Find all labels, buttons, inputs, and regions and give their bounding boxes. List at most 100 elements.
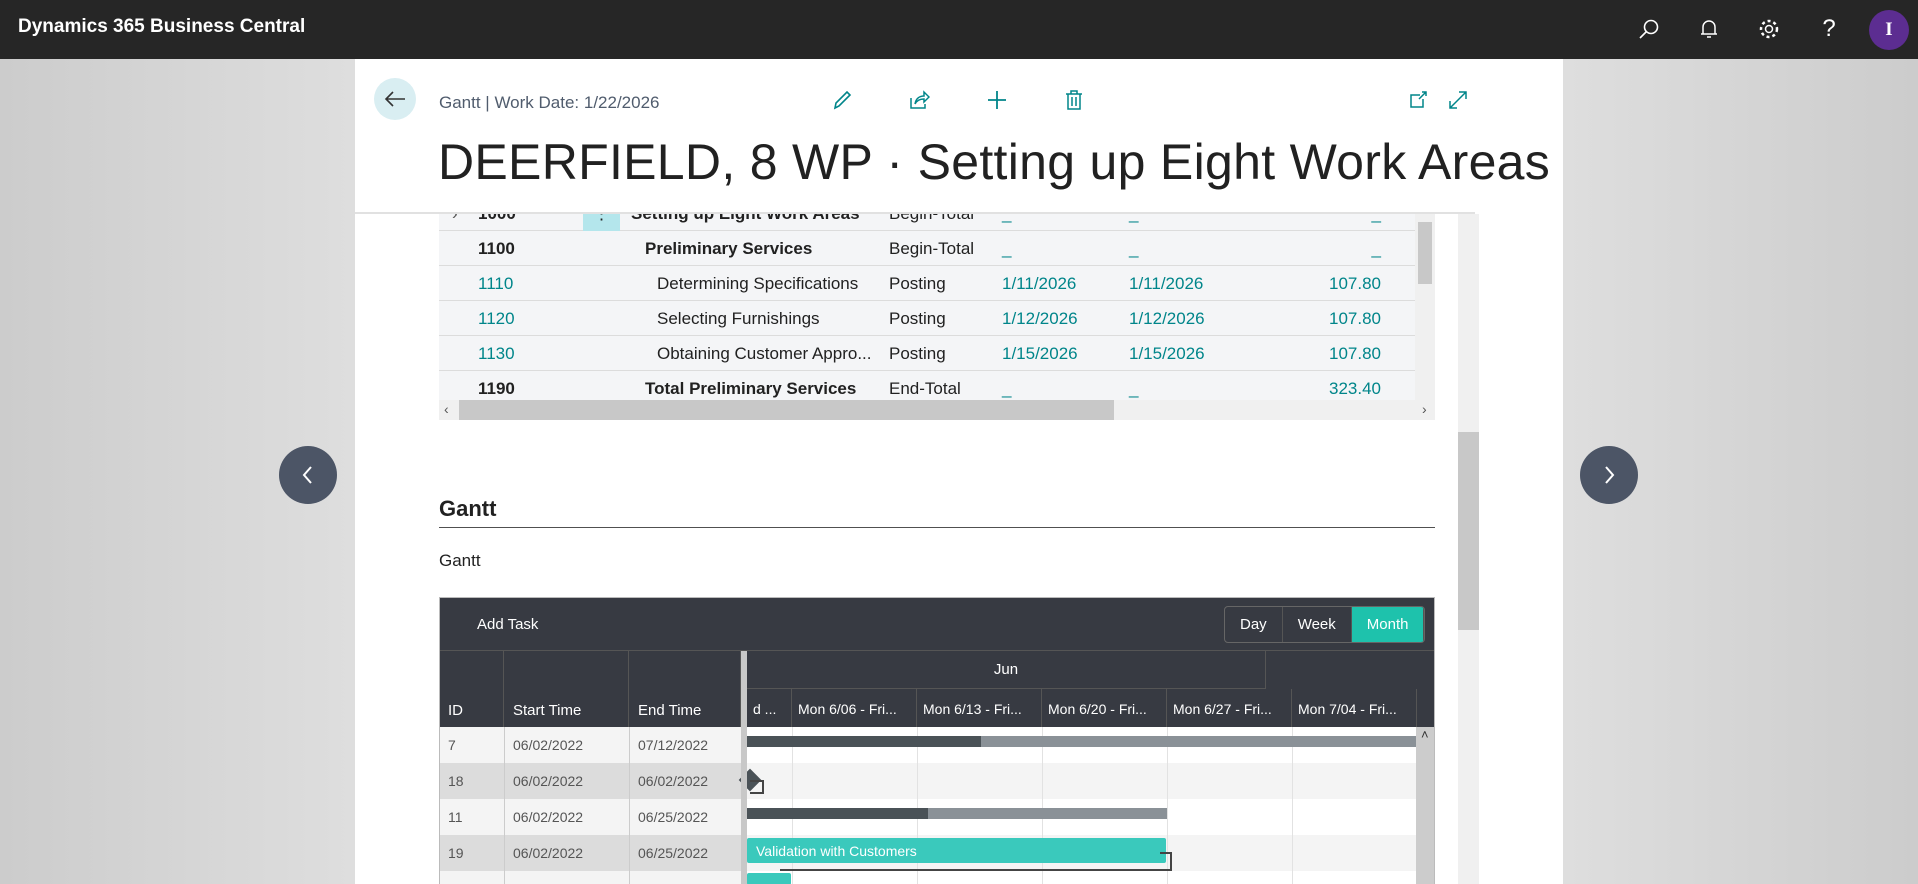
col-divider [504, 871, 505, 884]
search-icon[interactable] [1634, 14, 1664, 44]
dependency-link [750, 780, 764, 794]
line-end-date[interactable]: 1/11/2026 [1129, 274, 1203, 294]
col-divider [504, 763, 505, 799]
line-no[interactable]: 1120 [478, 309, 515, 329]
next-record-button[interactable] [1580, 446, 1638, 504]
scroll-left-icon[interactable]: ‹ [444, 401, 449, 417]
record-card: Gantt | Work Date: 1/22/2026 DEERFIELD, … [355, 59, 1563, 884]
task-id: 19 [448, 845, 464, 861]
gantt-vertical-scrollbar[interactable]: ˄ [1416, 727, 1434, 884]
add-task-button[interactable]: Add Task [477, 616, 538, 633]
line-no[interactable]: 1110 [478, 274, 513, 294]
scroll-thumb[interactable] [1418, 222, 1432, 284]
summary-bar[interactable] [747, 808, 1167, 819]
row-menu-button[interactable]: ⋮ [583, 214, 620, 231]
view-month-button[interactable]: Month [1351, 607, 1425, 642]
summary-progress [747, 808, 928, 819]
line-amount[interactable]: 107.80 [1329, 274, 1381, 294]
view-day-button[interactable]: Day [1225, 607, 1283, 642]
gantt-section-heading[interactable]: Gantt [439, 496, 496, 522]
breadcrumb: Gantt | Work Date: 1/22/2026 [439, 93, 660, 112]
line-amount[interactable]: _ [1372, 239, 1381, 259]
grid-row[interactable]: 1120 Selecting Furnishings Posting 1/12/202… [439, 301, 1415, 336]
line-description: Selecting Furnishings [657, 309, 820, 328]
week-header: Mon 7/04 - Fri... [1292, 689, 1417, 727]
task-end: 06/02/2022 [638, 773, 709, 789]
line-description: Preliminary Services [645, 239, 813, 258]
line-end-date[interactable]: 1/12/2026 [1129, 309, 1205, 329]
line-start-date[interactable]: _ [1002, 239, 1011, 259]
back-button[interactable] [374, 78, 416, 120]
month-header: Jun [747, 651, 1266, 689]
line-no[interactable]: 1100 [478, 239, 515, 259]
line-start-date[interactable]: 1/12/2026 [1002, 309, 1078, 329]
new-plus-icon[interactable] [982, 85, 1012, 115]
gantt-row[interactable]: 7 06/02/2022 07/12/2022 [440, 727, 1416, 763]
line-start-date[interactable]: _ [1002, 214, 1011, 224]
col-end[interactable]: End Time [629, 651, 741, 727]
page-scrollbar[interactable] [1458, 214, 1479, 884]
delete-trash-icon[interactable] [1059, 85, 1089, 115]
grid-row[interactable]: 1130 Obtaining Customer Appro... Posting 1/… [439, 336, 1415, 371]
grid-vertical-scrollbar[interactable] [1415, 214, 1435, 420]
grid-line [1167, 799, 1168, 835]
top-bar: Dynamics 365 Business Central ? I [0, 0, 1918, 59]
grid-splitter[interactable] [741, 651, 747, 884]
gantt-row[interactable]: 11 06/02/2022 06/25/2022 [440, 799, 1416, 835]
line-amount[interactable]: 107.80 [1329, 309, 1381, 329]
line-no[interactable]: 1130 [478, 344, 515, 364]
page-scroll-thumb[interactable] [1458, 432, 1479, 630]
grid-line [1292, 763, 1293, 799]
col-start[interactable]: Start Time [504, 651, 629, 727]
grid-row[interactable]: › ⋮ 1000 Setting up Eight Work Areas Begin-T… [439, 214, 1415, 231]
col-id[interactable]: ID [440, 651, 504, 727]
bell-icon[interactable] [1694, 14, 1724, 44]
gantt-toolbar: Add Task Day Week Month [440, 598, 1434, 651]
line-no[interactable]: 1000 [478, 214, 516, 224]
gantt-header: ID Start Time End Time Jun d ... Mon 6/06… [440, 651, 1434, 727]
line-amount[interactable]: _ [1372, 214, 1381, 224]
page-title: DEERFIELD, 8 WP · Setting up Eight Work … [438, 134, 1551, 190]
line-end-date[interactable]: _ [1129, 379, 1138, 399]
scroll-right-icon[interactable]: › [1422, 401, 1427, 417]
grid-row[interactable]: 1110 Determining Specifications Posting 1/1… [439, 266, 1415, 301]
scroll-up-icon[interactable]: ˄ [1421, 727, 1429, 742]
open-new-window-icon[interactable] [1403, 85, 1433, 115]
task-end: 06/25/2022 [638, 809, 709, 825]
grid-row[interactable]: 1100 Preliminary Services Begin-Total _ _ _ [439, 231, 1415, 266]
avatar[interactable]: I [1869, 10, 1909, 50]
gantt-row[interactable]: 19 06/02/2022 06/25/2022 Validation with … [440, 835, 1416, 871]
dependency-link [1160, 852, 1172, 854]
view-week-button[interactable]: Week [1283, 607, 1352, 642]
line-amount[interactable]: 323.40 [1329, 379, 1381, 399]
grid-line [1042, 763, 1043, 799]
previous-record-button[interactable] [279, 446, 337, 504]
line-no[interactable]: 1190 [478, 379, 515, 399]
line-start-date[interactable]: 1/11/2026 [1002, 274, 1076, 294]
help-icon[interactable]: ? [1814, 14, 1844, 44]
line-end-date[interactable]: _ [1129, 239, 1138, 259]
gantt-row[interactable] [440, 871, 1416, 884]
line-start-date[interactable]: _ [1002, 379, 1011, 399]
summary-bar[interactable] [747, 736, 1416, 747]
line-type: Posting [889, 274, 946, 293]
gantt-caption: Gantt [439, 551, 481, 570]
line-end-date[interactable]: _ [1129, 214, 1138, 224]
grid-line [1167, 763, 1168, 799]
line-amount[interactable]: 107.80 [1329, 344, 1381, 364]
section-divider [439, 527, 1435, 528]
share-icon[interactable] [904, 85, 934, 115]
scroll-thumb[interactable] [459, 400, 1114, 420]
col-divider [629, 835, 630, 871]
task-bar[interactable] [747, 873, 791, 884]
line-end-date[interactable]: 1/15/2026 [1129, 344, 1205, 364]
gear-icon[interactable] [1754, 14, 1784, 44]
gantt-row-grid [440, 871, 741, 884]
grid-horizontal-scrollbar[interactable]: ‹ › [439, 400, 1435, 420]
line-start-date[interactable]: 1/15/2026 [1002, 344, 1078, 364]
gantt-row[interactable]: 18 06/02/2022 06/02/2022 [440, 763, 1416, 799]
edit-pencil-icon[interactable] [827, 85, 857, 115]
line-description: Determining Specifications [657, 274, 859, 293]
col-divider [629, 727, 630, 763]
expand-icon[interactable] [1443, 85, 1473, 115]
